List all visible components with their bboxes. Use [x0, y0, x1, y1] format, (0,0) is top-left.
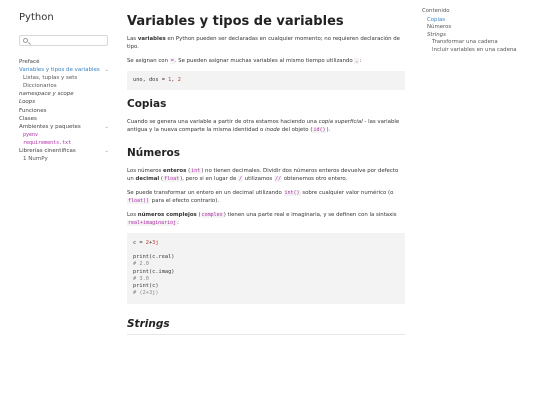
italic-text: copia superficial — [318, 119, 363, 126]
complejos-paragraph: Los números complejos (complex) tienen u… — [127, 211, 405, 227]
bold-text: decimal — [135, 175, 160, 182]
page-title: Variables y tipos de variables — [127, 14, 344, 29]
code-line: c = 2+3j — [133, 240, 399, 247]
search-icon — [23, 38, 28, 43]
code-number: 3j — [152, 240, 159, 247]
toc-item-transformar[interactable]: Transformar una cadena — [422, 39, 532, 47]
toc-item-incluir[interactable]: Incluir variables en una cadena — [422, 47, 532, 55]
transform-paragraph: Se puede transformar un entero en un dec… — [127, 189, 405, 205]
text: : — [177, 220, 179, 227]
code-comment: # 3.0 — [133, 275, 149, 282]
sidebar-item-numpy[interactable]: 1 NumPy — [19, 155, 111, 163]
heading-strings: Strings — [127, 317, 170, 330]
inline-code: // — [273, 175, 282, 182]
text: sobre cualquier valor numérico (o — [300, 189, 394, 196]
search-input[interactable] — [19, 35, 108, 46]
text: : — [359, 58, 362, 65]
heading-copias: Copias — [127, 98, 167, 111]
sidebar-item-label: 1 NumPy — [23, 156, 48, 163]
bold-text: variables — [137, 36, 166, 42]
sidebar-item-label: Ambientes y paquetes — [19, 123, 81, 130]
code-text: uno, dos = — [133, 77, 169, 84]
site-title[interactable]: Python — [19, 12, 108, 23]
bold-text: números complejos — [137, 211, 197, 218]
sidebar-item-ambientes[interactable]: Ambientes y paquetes ⌄ — [19, 123, 111, 131]
sidebar-item-label: Librerías cinentíficas — [19, 148, 76, 155]
sidebar-item-label: Clases — [19, 115, 37, 122]
text: del objeto ( — [280, 127, 313, 134]
text: ). — [326, 127, 331, 134]
inline-code: real+imaginarioj — [127, 220, 178, 227]
text: utilizamos — [243, 175, 274, 182]
code-line: print(c.imag) — [133, 268, 175, 275]
toc-title: Contenido — [422, 8, 450, 14]
sidebar-item-label: Listas, tuplas y sets — [23, 75, 78, 82]
text: Los — [127, 211, 138, 218]
inline-code: float() — [127, 197, 151, 204]
code-comment: # (2+3j) — [133, 289, 159, 296]
text: en Python pueden ser declaradas en cualq… — [127, 36, 401, 51]
sidebar-item-label: namespace y scope — [19, 91, 74, 98]
assign-paragraph: Se asignan con =. Se pueden asignar much… — [127, 57, 405, 65]
sidebar-item-funciones[interactable]: Funciones — [19, 107, 111, 115]
code-block: uno, dos = 1, 2 — [127, 71, 405, 91]
sidebar-item-variables[interactable]: Variables y tipos de variables ⌄ — [19, 66, 111, 74]
sidebar-item-label: Prefacé — [19, 59, 40, 65]
sidebar-item-label: requirements.txt — [23, 139, 72, 146]
text: Los números — [127, 167, 164, 174]
sidebar-nav: Prefacé Variables y tipos de variables ⌄ … — [19, 58, 111, 163]
sidebar-item-label: pyenv — [23, 131, 39, 138]
inline-code: int() — [283, 189, 301, 196]
toc-item-numeros[interactable]: Números — [422, 24, 532, 32]
enteros-paragraph: Los números enteros (int) no tienen deci… — [127, 167, 405, 183]
inline-code: id() — [312, 127, 327, 134]
table-of-contents: Contenido Copias Números Strings Transfo… — [422, 8, 532, 55]
bold-text: enteros — [163, 167, 187, 174]
sidebar-item-requirements[interactable]: requirements.txt — [19, 139, 111, 147]
sidebar-item-namespace[interactable]: namespace y scope — [19, 90, 111, 98]
text: . Se pueden asignar muchas variables al … — [174, 58, 355, 65]
inline-code: float — [163, 175, 181, 182]
intro-paragraph: Las variables en Python pueden ser decla… — [127, 35, 405, 51]
code-number: 2 — [177, 77, 181, 84]
text: Las — [127, 36, 138, 42]
text: Cuando se genera una variable a partir d… — [127, 119, 319, 126]
copias-paragraph: Cuando se genera una variable a partir d… — [127, 118, 405, 134]
sidebar-item-label: Diccionarios — [23, 83, 57, 90]
text: para el efecto contrario). — [150, 197, 220, 204]
sidebar-item-listas[interactable]: Listas, tuplas y sets — [19, 74, 111, 82]
text: obtenemos otro entero. — [281, 175, 348, 182]
heading-numeros: Números — [127, 146, 180, 159]
chevron-down-icon[interactable]: ⌄ — [104, 66, 109, 74]
sidebar-item-clases[interactable]: Clases — [19, 115, 111, 123]
toc-item-strings[interactable]: Strings — [422, 32, 532, 40]
code-line: print(c) — [133, 282, 159, 289]
sidebar-item-label: Variables y tipos de variables — [19, 67, 100, 74]
sidebar-item-label: Funciones — [19, 107, 47, 114]
divider — [127, 333, 405, 335]
inline-code: int — [190, 167, 202, 174]
chevron-down-icon[interactable]: ⌄ — [104, 123, 109, 131]
inline-code: complex — [200, 211, 224, 218]
code-text: c = — [133, 240, 146, 247]
sidebar: Python Prefacé Variables y tipos de vari… — [0, 0, 116, 405]
code-line: uno, dos = 1, 2 — [133, 77, 399, 84]
text: ), pero si en lugar de — [180, 175, 238, 182]
chevron-down-icon[interactable]: ⌄ — [104, 147, 109, 155]
sidebar-item-diccionarios[interactable]: Diccionarios — [19, 82, 111, 90]
sidebar-item-librerias[interactable]: Librerías cinentíficas ⌄ — [19, 147, 111, 155]
text: ) tienen una parte real e imaginaria, y … — [223, 211, 397, 218]
sidebar-item-loops[interactable]: Loops — [19, 98, 111, 106]
sidebar-item-pyenv[interactable]: pyenv — [19, 131, 111, 139]
text: Se asignan con — [127, 58, 170, 65]
sidebar-item-label: Loops — [19, 99, 36, 106]
italic-text: inode — [265, 127, 280, 134]
main-content: Variables y tipos de variables Las varia… — [127, 0, 405, 335]
text: Se puede transformar un entero en un dec… — [127, 189, 284, 196]
code-comment: # 2.0 — [133, 261, 149, 268]
code-line: print(c.real) — [133, 254, 175, 261]
code-block: c = 2+3j print(c.real) # 2.0 print(c.ima… — [127, 233, 405, 304]
sidebar-item-prefacio[interactable]: Prefacé — [19, 58, 111, 66]
